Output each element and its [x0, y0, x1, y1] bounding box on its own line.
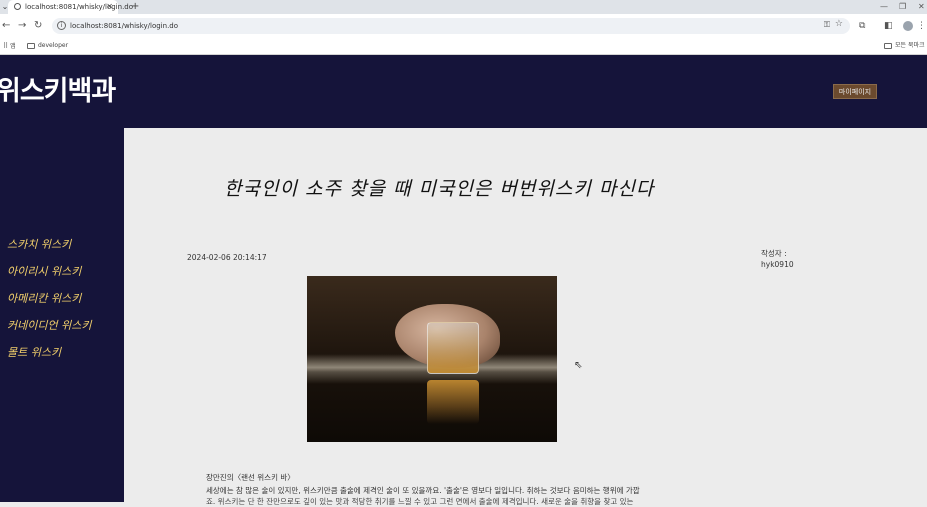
- sidebar-item-irish[interactable]: 아이리시 위스키: [7, 263, 81, 279]
- other-bookmarks-label: 모든 북마크: [895, 42, 925, 49]
- new-tab-button[interactable]: +: [131, 1, 139, 12]
- other-bookmarks[interactable]: 모든 북마크: [884, 41, 925, 51]
- sidebar-item-malt[interactable]: 몰트 위스키: [7, 344, 61, 360]
- article-photo-whisky-glass: [307, 276, 557, 442]
- folder-icon: [884, 42, 892, 49]
- globe-icon: [14, 3, 21, 10]
- restore-icon[interactable]: ❐: [899, 1, 906, 12]
- bookmark-apps[interactable]: ⠿ 앱: [3, 41, 16, 52]
- article-content: 한국인이 소주 찾을 때 미국인은 버번위스키 마신다 2024-02-06 2…: [124, 128, 927, 506]
- bookmark-label: developer: [38, 42, 69, 49]
- browser-tabstrip: ⌄ localhost:8081/whisky/login.do ✕ + — ❐…: [0, 0, 927, 14]
- author-label: 작성자 :: [761, 249, 787, 258]
- profile-avatar[interactable]: [903, 21, 913, 31]
- window-close-icon[interactable]: ✕: [918, 1, 925, 12]
- article-title: 한국인이 소주 찾을 때 미국인은 버번위스키 마신다: [224, 178, 655, 200]
- photo-glass-reflection: [427, 380, 479, 424]
- article-body-line: 세상에는 참 많은 술이 있지만, 위스키만큼 출술에 제격인 술이 또 있을까…: [206, 486, 640, 495]
- author-name: hyk0910: [761, 260, 794, 269]
- tab-title: localhost:8081/whisky/login.do: [25, 3, 134, 11]
- reload-icon[interactable]: ↻: [34, 20, 42, 32]
- photo-glass: [427, 322, 479, 374]
- bookmark-developer[interactable]: developer: [27, 41, 68, 51]
- bookmarks-bar: ⠿ 앱 developer 모든 북마크: [0, 38, 927, 55]
- article-caption: 장만진의〈랜선 위스키 바〉: [206, 473, 295, 482]
- web-page: 위스키백과 마이페이지 스카치 위스키 아이리시 위스키 아메리칸 위스키 커네…: [0, 55, 927, 506]
- menu-icon[interactable]: ⋮: [917, 20, 926, 32]
- url-text[interactable]: localhost:8081/whisky/login.do: [70, 21, 178, 31]
- bookmark-label: 앱: [10, 43, 16, 50]
- minimize-icon[interactable]: —: [880, 1, 888, 12]
- sidebar-item-canadian[interactable]: 커네이디언 위스키: [7, 317, 91, 333]
- apps-grid-icon: ⠿: [3, 42, 9, 50]
- site-info-icon[interactable]: i: [57, 21, 66, 30]
- mypage-button[interactable]: 마이페이지: [833, 84, 877, 99]
- omnibox[interactable]: i localhost:8081/whisky/login.do ⚿ ☆: [52, 18, 850, 34]
- folder-icon: [27, 42, 35, 49]
- site-header: 위스키백과 마이페이지: [0, 55, 927, 128]
- forward-icon[interactable]: →: [18, 20, 26, 32]
- sidebar-item-american[interactable]: 아메리칸 위스키: [7, 290, 81, 306]
- mouse-cursor-icon: ⇖: [574, 360, 583, 371]
- browser-tab[interactable]: localhost:8081/whisky/login.do ✕: [8, 0, 133, 14]
- sidebar-item-scotch[interactable]: 스카치 위스키: [7, 236, 71, 252]
- side-panel-icon[interactable]: ◧: [884, 20, 893, 32]
- close-tab-icon[interactable]: ✕: [106, 2, 113, 12]
- back-icon[interactable]: ←: [2, 20, 10, 32]
- category-sidebar: 스카치 위스키 아이리시 위스키 아메리칸 위스키 커네이디언 위스키 몰트 위…: [0, 128, 124, 502]
- address-bar-row: ← → ↻ i localhost:8081/whisky/login.do ⚿…: [0, 14, 927, 38]
- site-logo[interactable]: 위스키백과: [0, 69, 116, 108]
- article-date: 2024-02-06 20:14:17: [187, 253, 267, 262]
- extensions-icon[interactable]: ⧉: [859, 20, 865, 32]
- bookmark-star-icon[interactable]: ☆: [835, 19, 843, 29]
- password-key-icon[interactable]: ⚿: [824, 20, 830, 30]
